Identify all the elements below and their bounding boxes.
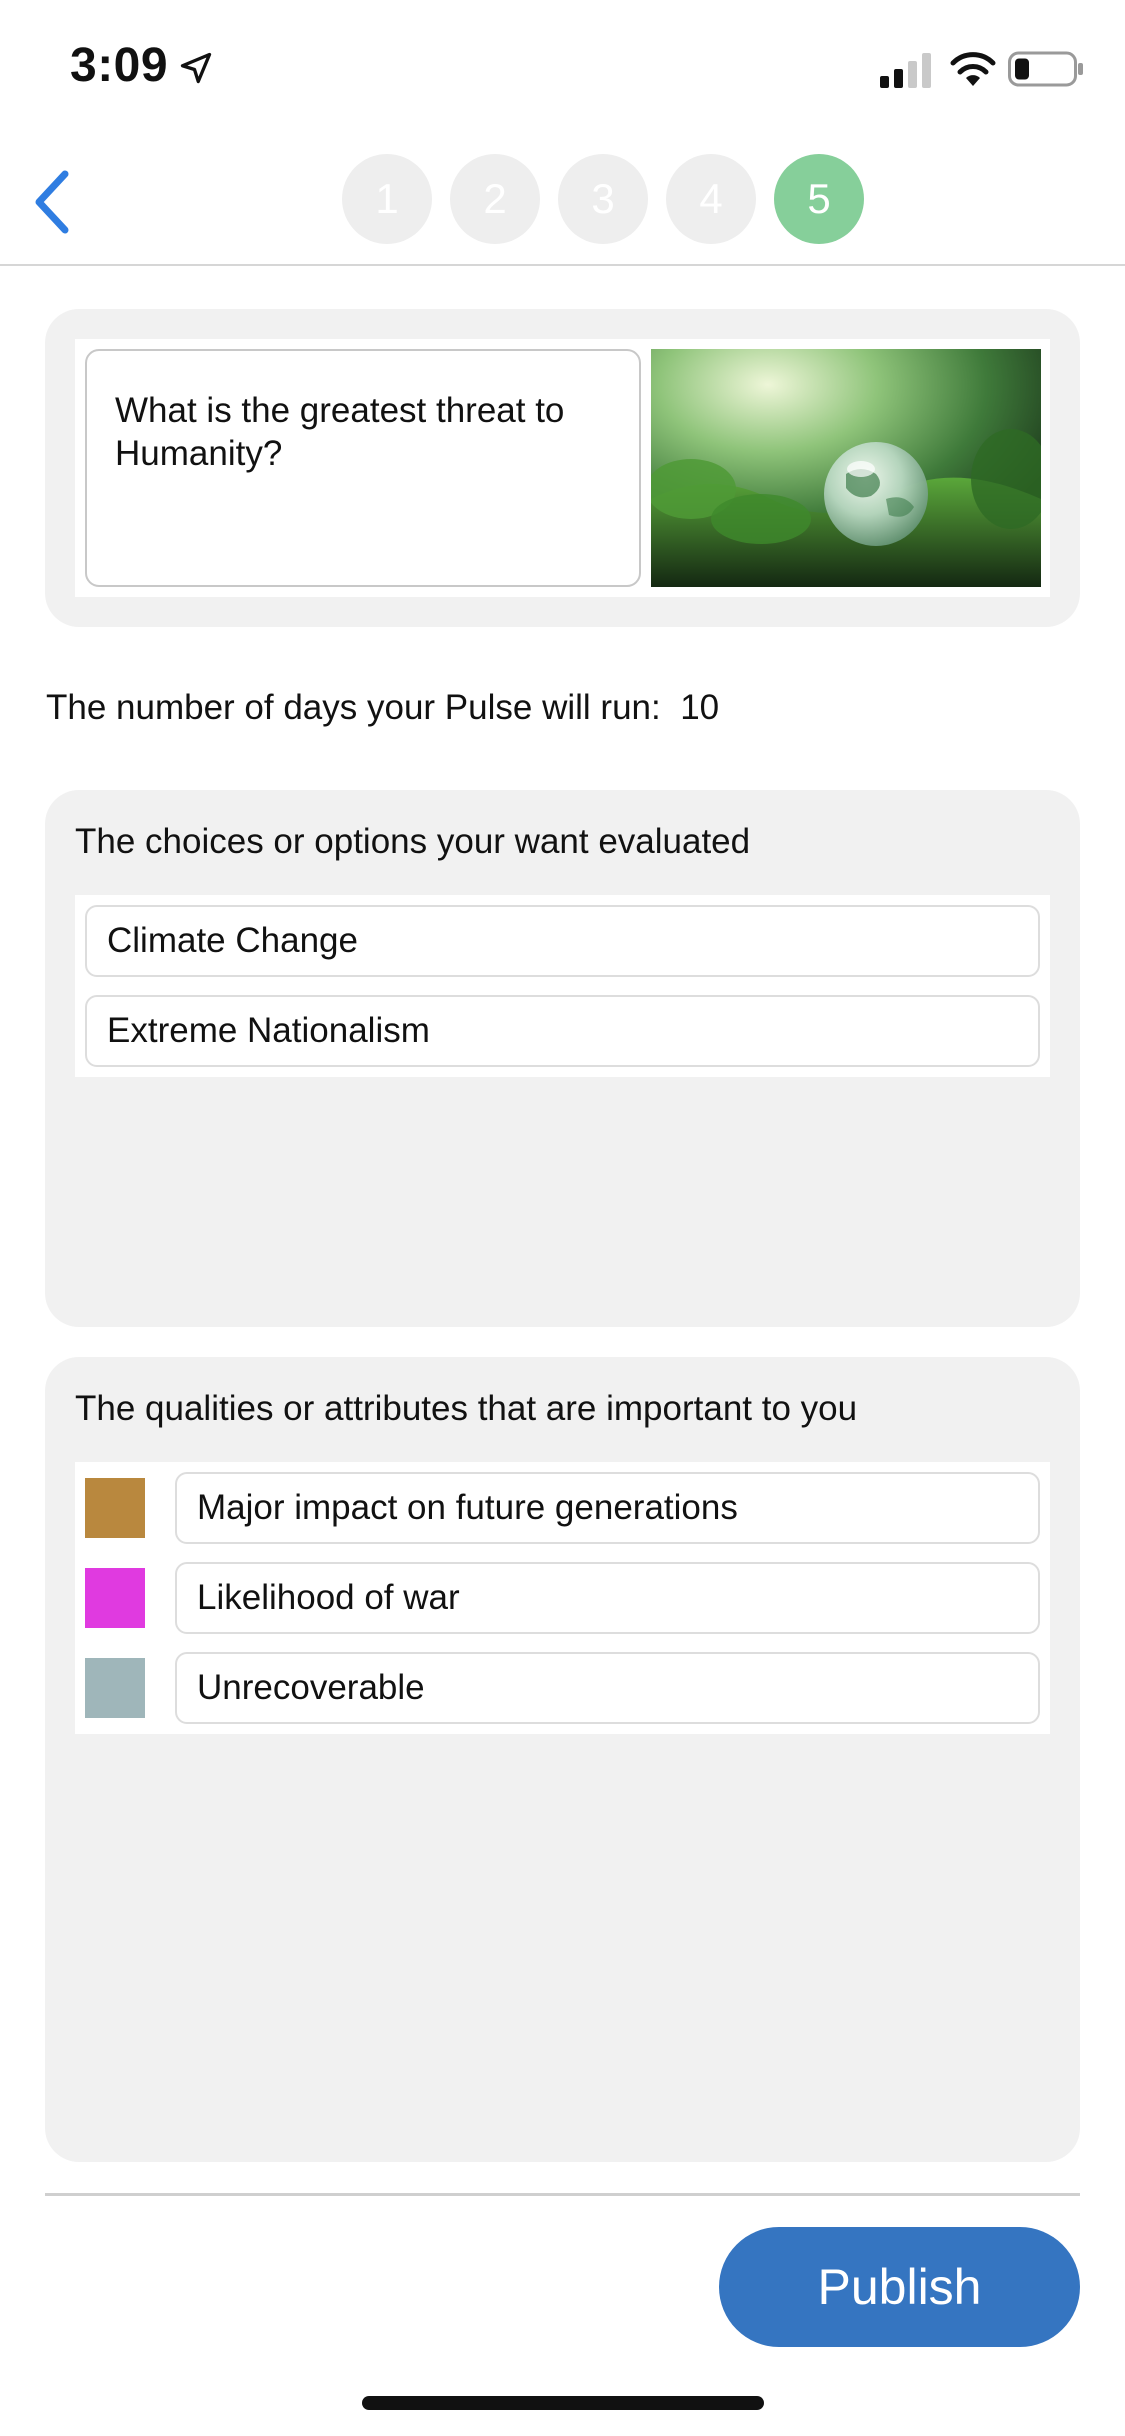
wifi-icon — [950, 52, 996, 86]
forest-globe-image — [651, 349, 1041, 587]
choice-item-1[interactable]: Climate Change — [85, 905, 1040, 977]
step-3[interactable]: 3 — [558, 154, 648, 244]
question-container: What is the greatest threat to Humanity? — [75, 339, 1050, 597]
quality-item-3: Unrecoverable — [85, 1652, 1040, 1724]
quality-item-1: Major impact on future generations — [85, 1472, 1040, 1544]
status-time: 3:09 — [70, 39, 169, 92]
qualities-card: The qualities or attributes that are imp… — [45, 1357, 1080, 2162]
divider — [45, 2193, 1080, 2196]
qualities-list: Major impact on future generations Likel… — [75, 1462, 1050, 1734]
step-1[interactable]: 1 — [342, 154, 432, 244]
home-indicator[interactable] — [362, 2396, 764, 2410]
question-image — [651, 349, 1041, 587]
quality-color-swatch[interactable] — [85, 1568, 145, 1628]
step-indicator: 1 2 3 4 5 — [342, 154, 864, 244]
cellular-signal-icon — [880, 53, 931, 88]
navigation-bar: 1 2 3 4 5 — [0, 132, 1125, 266]
choices-title: The choices or options your want evaluat… — [75, 822, 751, 861]
days-label: The number of days your Pulse will run: — [46, 688, 661, 727]
back-button[interactable] — [18, 162, 88, 242]
quality-label[interactable]: Major impact on future generations — [175, 1472, 1040, 1544]
quality-label[interactable]: Likelihood of war — [175, 1562, 1040, 1634]
choices-card: The choices or options your want evaluat… — [45, 790, 1080, 1327]
quality-color-swatch[interactable] — [85, 1658, 145, 1718]
step-4[interactable]: 4 — [666, 154, 756, 244]
step-5-current[interactable]: 5 — [774, 154, 864, 244]
days-value: 10 — [680, 688, 720, 727]
days-to-run: The number of days your Pulse will run: … — [46, 688, 719, 728]
screen: 3:09 1 2 3 4 5 What is the greatest thre… — [0, 0, 1125, 2436]
step-2[interactable]: 2 — [450, 154, 540, 244]
question-card: What is the greatest threat to Humanity? — [45, 309, 1080, 627]
publish-button[interactable]: Publish — [719, 2227, 1080, 2347]
question-text: What is the greatest threat to Humanity? — [85, 349, 641, 587]
battery-icon — [1008, 51, 1083, 87]
quality-item-2: Likelihood of war — [85, 1562, 1040, 1634]
quality-color-swatch[interactable] — [85, 1478, 145, 1538]
choices-list: Climate Change Extreme Nationalism — [75, 895, 1050, 1077]
location-arrow-icon — [180, 52, 212, 84]
status-bar: 3:09 — [0, 0, 1125, 132]
choice-item-2[interactable]: Extreme Nationalism — [85, 995, 1040, 1067]
quality-label[interactable]: Unrecoverable — [175, 1652, 1040, 1724]
chevron-left-icon — [35, 170, 69, 234]
qualities-title: The qualities or attributes that are imp… — [75, 1389, 858, 1428]
